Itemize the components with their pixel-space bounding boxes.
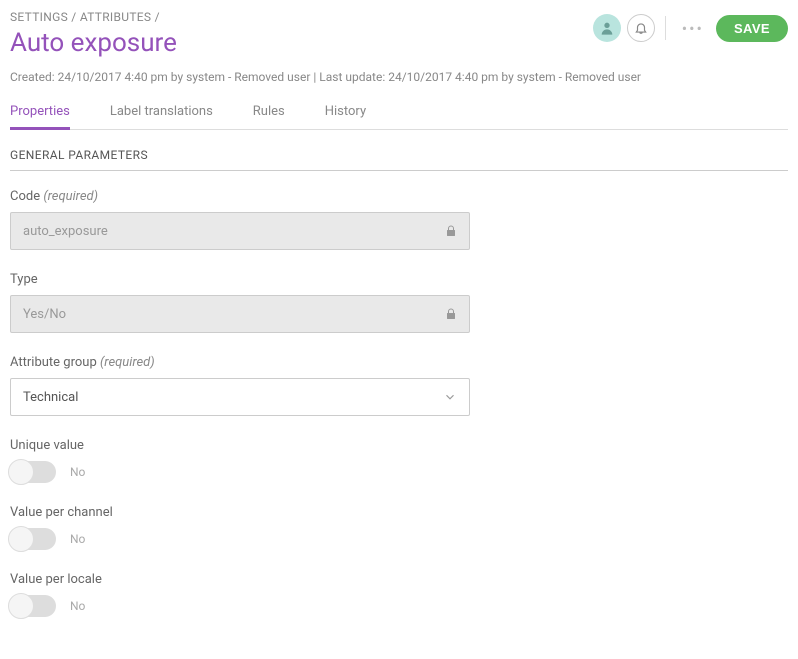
created-label: Created:	[10, 70, 55, 84]
user-icon	[599, 20, 615, 36]
breadcrumb-settings[interactable]: Settings	[10, 10, 68, 24]
unique-value-label: Unique value	[10, 438, 84, 453]
page-title: Auto exposure	[10, 28, 593, 58]
tab-rules[interactable]: Rules	[253, 96, 285, 129]
breadcrumb-sep: /	[71, 10, 76, 24]
type-input: Yes/No	[10, 295, 470, 333]
separator	[665, 16, 666, 40]
tab-label-translations[interactable]: Label translations	[110, 96, 213, 129]
code-label: Code	[10, 189, 40, 204]
lock-icon	[445, 225, 457, 237]
breadcrumb: Settings / Attributes /	[10, 10, 593, 24]
tab-history[interactable]: History	[325, 96, 366, 129]
attribute-group-label: Attribute group	[10, 355, 97, 370]
notifications-button[interactable]	[627, 14, 655, 42]
unique-value-state: No	[70, 465, 85, 479]
updated-label: Last update:	[319, 70, 385, 84]
section-general-title: GENERAL PARAMETERS	[10, 148, 788, 162]
value-per-locale-state: No	[70, 599, 85, 613]
field-code: Code (required) auto_exposure	[10, 189, 788, 250]
code-required: (required)	[43, 189, 98, 204]
avatar[interactable]	[593, 14, 621, 42]
meta-line: Created: 24/10/2017 4:40 pm by system - …	[10, 70, 788, 84]
lock-icon	[445, 308, 457, 320]
more-menu-button[interactable]: •••	[676, 19, 710, 38]
field-value-per-channel: Value per channel No	[10, 505, 788, 550]
unique-value-toggle[interactable]	[10, 461, 56, 483]
attribute-group-select[interactable]: Technical	[10, 378, 470, 416]
code-value: auto_exposure	[23, 224, 108, 239]
breadcrumb-sep: /	[155, 10, 160, 24]
section-separator	[10, 170, 788, 171]
type-value: Yes/No	[23, 307, 66, 322]
attribute-group-value: Technical	[23, 390, 78, 405]
value-per-locale-toggle[interactable]	[10, 595, 56, 617]
bell-icon	[634, 21, 648, 35]
tab-properties[interactable]: Properties	[10, 96, 70, 129]
breadcrumb-attributes[interactable]: Attributes	[80, 10, 152, 24]
chevron-down-icon	[443, 390, 457, 404]
field-unique-value: Unique value No	[10, 438, 788, 483]
value-per-channel-toggle[interactable]	[10, 528, 56, 550]
field-value-per-locale: Value per locale No	[10, 572, 788, 617]
created-value: 24/10/2017 4:40 pm by system - Removed u…	[58, 70, 311, 84]
code-input: auto_exposure	[10, 212, 470, 250]
type-label: Type	[10, 272, 38, 287]
updated-value: 24/10/2017 4:40 pm by system - Removed u…	[388, 70, 641, 84]
meta-sep: |	[313, 70, 316, 84]
save-button[interactable]: SAVE	[716, 15, 788, 42]
field-type: Type Yes/No	[10, 272, 788, 333]
value-per-channel-label: Value per channel	[10, 505, 113, 520]
tabs: Properties Label translations Rules Hist…	[10, 96, 788, 130]
value-per-channel-state: No	[70, 532, 85, 546]
attribute-group-required: (required)	[100, 355, 155, 370]
value-per-locale-label: Value per locale	[10, 572, 102, 587]
field-attribute-group: Attribute group (required) Technical	[10, 355, 788, 416]
